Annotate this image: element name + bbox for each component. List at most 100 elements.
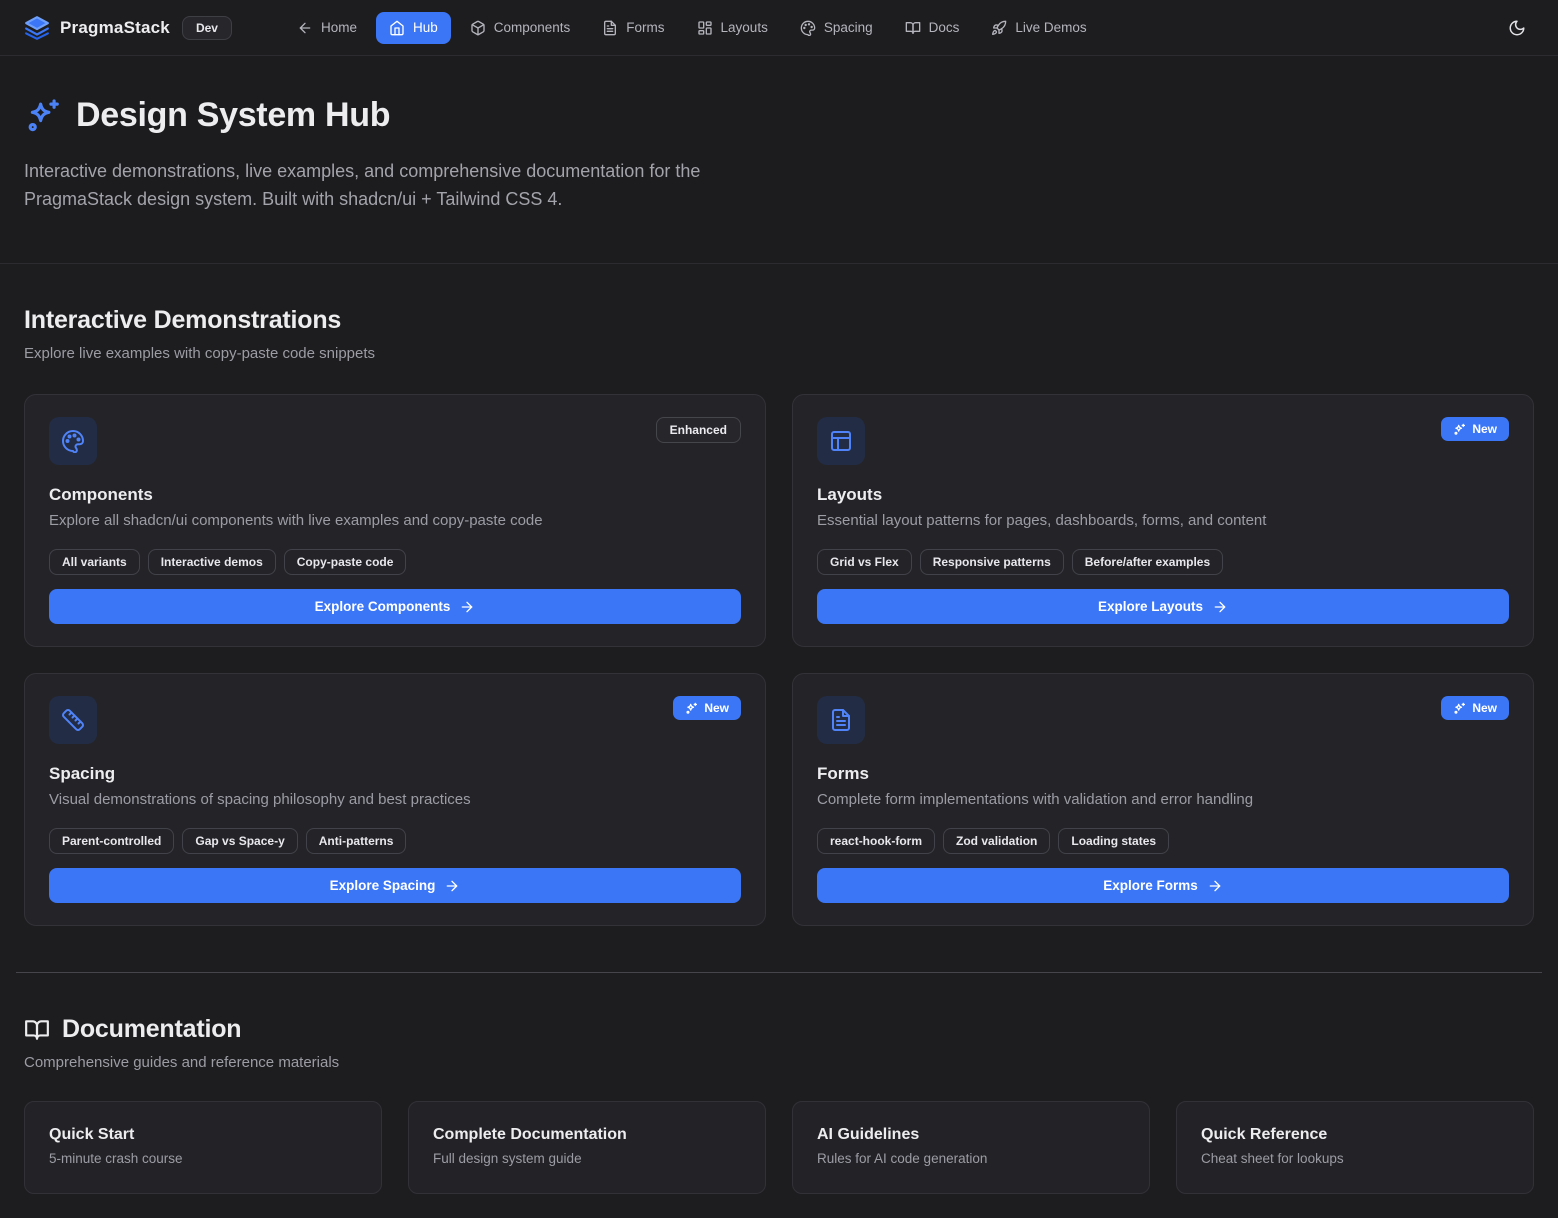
file-text-icon [817,696,865,744]
badge-label: New [1472,701,1497,715]
nav-item-label: Home [321,20,357,35]
doc-card-title: Quick Reference [1201,1126,1509,1144]
card-title: Spacing [49,764,741,784]
doc-card-quick-start[interactable]: Quick Start 5-minute crash course [24,1101,382,1194]
rocket-icon [991,20,1007,36]
docs-section-title: Documentation [62,1015,241,1044]
main-content: Interactive Demonstrations Explore live … [0,264,1558,1194]
tag: Loading states [1058,828,1169,854]
layout-grid-icon [697,20,713,36]
demo-card-forms: New Forms Complete form implementations … [792,673,1534,926]
new-badge: New [1441,696,1509,720]
doc-card-title: AI Guidelines [817,1126,1125,1144]
tag: Parent-controlled [49,828,174,854]
new-badge: New [1441,417,1509,441]
sparkles-icon [24,97,62,135]
nav-item-label: Components [494,20,571,35]
arrow-right-icon [1207,878,1223,894]
doc-card-complete-documentation[interactable]: Complete Documentation Full design syste… [408,1101,766,1194]
book-open-icon [905,20,921,36]
docs-grid: Quick Start 5-minute crash course Comple… [24,1101,1534,1194]
nav-item-docs[interactable]: Docs [892,12,973,44]
nav-item-spacing[interactable]: Spacing [787,12,886,44]
doc-card-title: Quick Start [49,1126,357,1144]
demos-section-title: Interactive Demonstrations [24,306,1534,335]
arrow-right-icon [444,878,460,894]
dev-badge: Dev [182,16,232,40]
nav-item-label: Forms [626,20,664,35]
tag: Copy-paste code [284,549,407,575]
enhanced-badge: Enhanced [656,417,741,443]
button-label: Explore Forms [1103,878,1198,893]
explore-spacing-button[interactable]: Explore Spacing [49,868,741,903]
tag: Anti-patterns [306,828,407,854]
nav-item-components[interactable]: Components [457,12,584,44]
doc-card-description: 5-minute crash course [49,1151,357,1166]
demo-grid: Enhanced Components Explore all shadcn/u… [24,394,1534,926]
docs-section: Documentation Comprehensive guides and r… [24,1015,1534,1194]
panels-top-left-icon [817,417,865,465]
docs-section-subtitle: Comprehensive guides and reference mater… [24,1054,1534,1071]
button-label: Explore Layouts [1098,599,1203,614]
doc-card-description: Rules for AI code generation [817,1151,1125,1166]
sparkles-icon [1453,702,1466,715]
doc-card-description: Cheat sheet for lookups [1201,1151,1509,1166]
tag: react-hook-form [817,828,935,854]
tag: Grid vs Flex [817,549,912,575]
page-title: Design System Hub [76,96,390,135]
demos-section-subtitle: Explore live examples with copy-paste co… [24,345,1534,362]
doc-card-quick-reference[interactable]: Quick Reference Cheat sheet for lookups [1176,1101,1534,1194]
tag: Responsive patterns [920,549,1064,575]
card-title: Layouts [817,485,1509,505]
section-divider [16,972,1542,973]
card-description: Visual demonstrations of spacing philoso… [49,791,741,808]
card-description: Explore all shadcn/ui components with li… [49,512,741,529]
palette-icon [49,417,97,465]
button-label: Explore Spacing [330,878,436,893]
nav-item-live-demos[interactable]: Live Demos [978,12,1099,44]
demos-section: Interactive Demonstrations Explore live … [24,264,1534,926]
palette-icon [800,20,816,36]
main-nav: Home Hub Components Forms Layouts [284,12,1100,44]
arrow-left-icon [297,20,313,36]
hero-section: Design System Hub Interactive demonstrat… [0,56,1558,264]
navbar: PragmaStack Dev Home Hub Components Form [0,0,1558,56]
tag: Zod validation [943,828,1050,854]
explore-forms-button[interactable]: Explore Forms [817,868,1509,903]
button-label: Explore Components [315,599,451,614]
explore-components-button[interactable]: Explore Components [49,589,741,624]
box-icon [470,20,486,36]
ruler-icon [49,696,97,744]
card-description: Complete form implementations with valid… [817,791,1509,808]
doc-card-description: Full design system guide [433,1151,741,1166]
card-description: Essential layout patterns for pages, das… [817,512,1509,529]
demo-card-layouts: New Layouts Essential layout patterns fo… [792,394,1534,647]
nav-item-label: Hub [413,20,438,35]
card-title: Forms [817,764,1509,784]
arrow-right-icon [459,599,475,615]
theme-toggle-button[interactable] [1500,11,1534,45]
brand[interactable]: PragmaStack [24,15,170,41]
tag: Before/after examples [1072,549,1223,575]
file-text-icon [602,20,618,36]
demo-card-spacing: New Spacing Visual demonstrations of spa… [24,673,766,926]
demo-card-components: Enhanced Components Explore all shadcn/u… [24,394,766,647]
nav-item-label: Layouts [721,20,768,35]
brand-name: PragmaStack [60,18,170,38]
nav-item-hub[interactable]: Hub [376,12,451,44]
sparkles-icon [685,702,698,715]
doc-card-ai-guidelines[interactable]: AI Guidelines Rules for AI code generati… [792,1101,1150,1194]
badge-label: New [1472,422,1497,436]
nav-item-label: Docs [929,20,960,35]
book-open-icon [24,1017,50,1043]
sparkles-icon [1453,423,1466,436]
explore-layouts-button[interactable]: Explore Layouts [817,589,1509,624]
nav-item-layouts[interactable]: Layouts [684,12,781,44]
home-icon [389,20,405,36]
layers-logo-icon [24,15,50,41]
card-title: Components [49,485,741,505]
nav-item-label: Live Demos [1015,20,1086,35]
nav-item-home[interactable]: Home [284,12,370,44]
nav-item-forms[interactable]: Forms [589,12,677,44]
arrow-right-icon [1212,599,1228,615]
